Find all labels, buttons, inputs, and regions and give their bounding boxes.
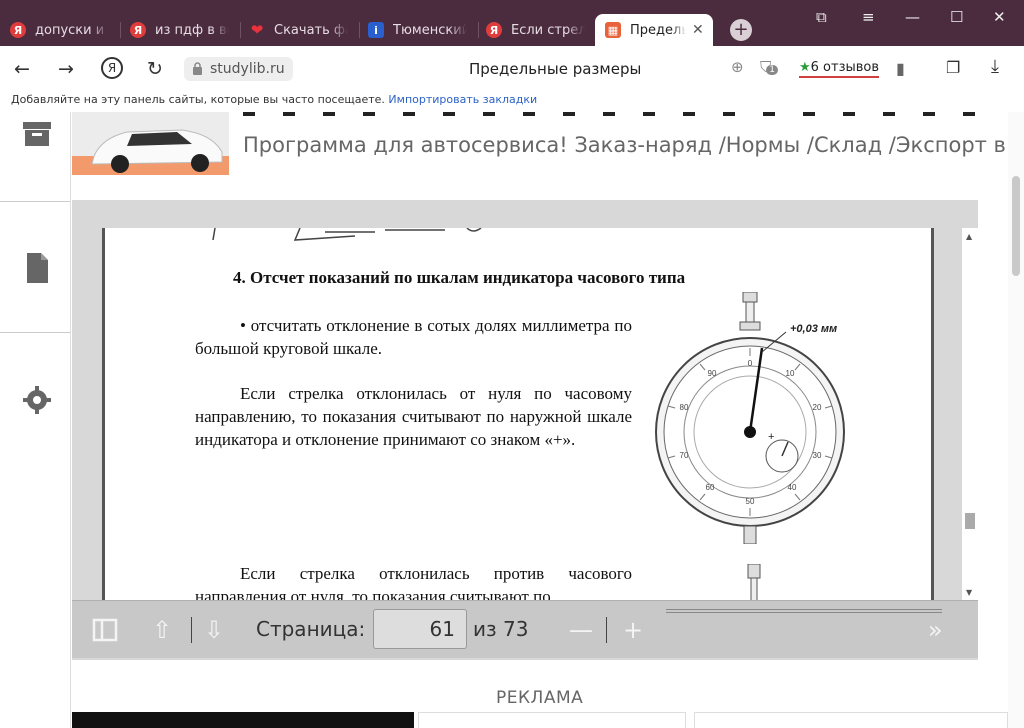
info-icon: i xyxy=(368,22,384,38)
ad-slot-2[interactable] xyxy=(418,712,686,728)
tab-0[interactable]: Ядопуски и те xyxy=(10,14,120,46)
bookmarks-icon[interactable]: ⧉ xyxy=(816,8,827,26)
archive-icon[interactable] xyxy=(22,118,52,150)
prev-page-icon[interactable]: ⇧ xyxy=(152,617,172,643)
ad-slot-3[interactable] xyxy=(694,712,1008,728)
dial-number-0: 0 xyxy=(748,359,753,368)
figure-fragment xyxy=(212,228,482,241)
minimize-icon[interactable]: — xyxy=(905,8,920,26)
tab-3[interactable]: iТюменский г xyxy=(368,14,478,46)
zoom-icon[interactable]: ⊕ xyxy=(731,58,744,76)
document-icon[interactable] xyxy=(22,252,52,284)
pdf-toolbar: ⇧ ⇩ Страница: 61 из 73 — + » xyxy=(72,600,978,658)
total-pages: из 73 xyxy=(473,617,529,641)
bullet-text: • отсчитать отклонение в сотых долях мил… xyxy=(195,316,632,358)
car-image xyxy=(72,112,229,175)
dial-number-70: 70 xyxy=(680,451,689,460)
reload-icon[interactable]: ↻ xyxy=(147,58,163,80)
ad-banner[interactable]: Программа для автосервиса! Заказ-наряд /… xyxy=(72,112,1008,175)
tab-1[interactable]: Яиз пдф в вор xyxy=(130,14,240,46)
dial-number-20: 20 xyxy=(813,403,822,412)
dial-label: +0,03 мм xyxy=(790,323,837,335)
dial-number-40: 40 xyxy=(788,483,797,492)
next-page-icon[interactable]: ⇩ xyxy=(204,617,224,643)
collections-icon[interactable]: ❐ xyxy=(946,58,960,77)
bookmarks-bar: Добавляйте на эту панель сайты, которые … xyxy=(11,93,538,106)
pdf-viewer: 4. Отсчет показаний по шкалам индикатора… xyxy=(72,200,978,660)
address-bar: ← → Я ↻ studylib.ru Предельные размеры ⊕… xyxy=(0,46,1024,90)
horizontal-scrollbar[interactable] xyxy=(666,609,942,613)
zoom-out-icon[interactable]: — xyxy=(569,617,593,643)
close-tab-icon[interactable]: ✕ xyxy=(692,22,704,38)
menu-icon[interactable]: ≡ xyxy=(862,8,875,26)
yandex-icon: Я xyxy=(130,22,146,38)
badge-count: 1 xyxy=(766,65,778,75)
yandex-icon: Я xyxy=(486,22,502,38)
ads-label: РЕКЛАМА xyxy=(496,688,584,708)
reviews-link[interactable]: ★6 отзывов xyxy=(799,60,880,78)
url-field[interactable]: studylib.ru xyxy=(184,57,293,81)
tab-4[interactable]: ЯЕсли стрелка xyxy=(486,14,596,46)
yandex-icon: Я xyxy=(10,22,26,38)
more-tools-icon[interactable]: » xyxy=(928,617,943,643)
dial-number-80: 80 xyxy=(680,403,689,412)
tab-5-active[interactable]: ▦Предельн ✕ xyxy=(595,14,713,46)
star-icon: ★ xyxy=(799,60,811,75)
section-heading: 4. Отсчет показаний по шкалам индикатора… xyxy=(233,268,686,287)
lock-icon xyxy=(193,62,202,75)
dial-number-60: 60 xyxy=(706,483,715,492)
scroll-up-icon[interactable]: ▲ xyxy=(966,232,972,241)
pdf-page: 4. Отсчет показаний по шкалам индикатора… xyxy=(102,228,934,608)
left-pane xyxy=(0,112,71,728)
scroll-down-icon[interactable]: ▼ xyxy=(966,588,972,597)
studylib-icon: ▦ xyxy=(605,22,621,38)
page-label: Страница: xyxy=(256,617,366,641)
bookmark-icon[interactable]: ▮ xyxy=(896,59,905,78)
back-icon[interactable]: ← xyxy=(14,58,30,80)
download-icon[interactable]: ⤓ xyxy=(991,56,999,77)
maximize-icon[interactable]: ☐ xyxy=(950,8,963,26)
forward-icon[interactable]: → xyxy=(58,58,74,80)
banner-text: Программа для автосервиса! Заказ-наряд /… xyxy=(243,133,1008,157)
dial-number-90: 90 xyxy=(708,369,717,378)
paragraph-1: Если стрелка отклонилась от нуля по часо… xyxy=(195,384,632,449)
viewer-scroll-thumb[interactable] xyxy=(965,513,975,529)
zoom-in-icon[interactable]: + xyxy=(623,617,643,643)
yandex-home-icon[interactable]: Я xyxy=(101,57,123,79)
viewer-scrollbar[interactable]: ▲ ▼ xyxy=(962,228,978,600)
page-scrollbar[interactable] xyxy=(1008,112,1024,728)
tab-bar: Ядопуски и те Яиз пдф в вор ❤Скачать фай… xyxy=(0,0,1024,46)
svg-text:+: + xyxy=(768,431,774,443)
new-tab-button[interactable]: + xyxy=(730,19,752,41)
page-number-input[interactable]: 61 xyxy=(373,609,467,649)
ad-slot-1[interactable] xyxy=(72,712,414,728)
ads-section: РЕКЛАМА xyxy=(72,660,1008,728)
dial-indicator-figure: 0 10 20 30 40 50 60 70 80 90 + +0,03 мм xyxy=(655,292,845,544)
heart-icon: ❤ xyxy=(250,21,264,39)
dial-number-30: 30 xyxy=(813,451,822,460)
close-window-icon[interactable]: ✕ xyxy=(993,8,1006,26)
page-title: Предельные размеры xyxy=(469,60,642,78)
import-bookmarks-link[interactable]: Импортировать закладки xyxy=(388,93,537,106)
dial-number-50: 50 xyxy=(746,497,755,506)
sidebar-toggle-icon[interactable] xyxy=(92,617,118,643)
protect-icon[interactable]: ⛉1 xyxy=(760,58,778,76)
page-scroll-thumb[interactable] xyxy=(1012,176,1020,276)
dial-number-10: 10 xyxy=(786,369,795,378)
tab-2[interactable]: ❤Скачать фай xyxy=(249,14,359,46)
gear-icon[interactable] xyxy=(22,384,52,416)
